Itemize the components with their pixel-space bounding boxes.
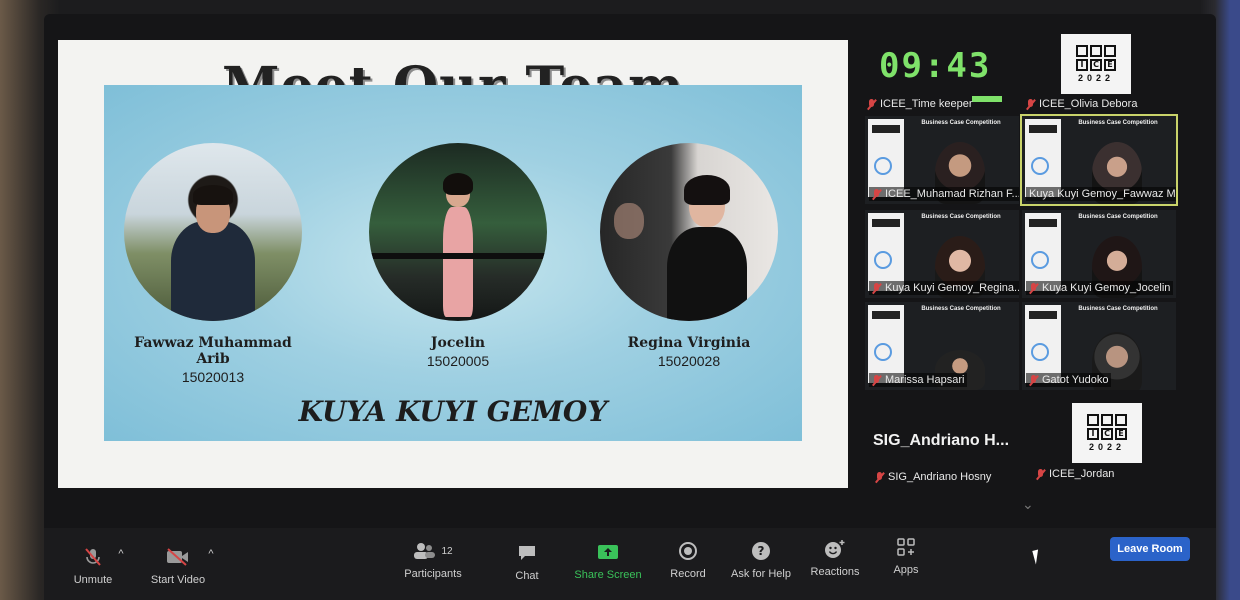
record-icon [666,540,710,562]
mic-off-icon [872,282,881,294]
poster-thumbnail [868,305,904,383]
member-name: Fawwaz Muhammad Arib [134,335,292,367]
chat-button[interactable]: Chat [508,542,546,582]
share-screen-icon [572,541,644,563]
member-id: 15020013 [181,369,245,385]
timer-bar [972,96,1002,102]
poster-thumbnail [1025,305,1061,383]
video-tile[interactable]: Business Case Competition Kuya Kuyi Gemo… [1022,210,1176,298]
participant-name-tag: ICEE_Jordan [1036,468,1114,480]
member-photo [600,143,778,321]
participant-name-tag: ICEE_Time keeper [867,98,973,110]
participant-name-tag: Gatot Yudoko [1026,373,1112,387]
poster-thumbnail [1025,119,1061,197]
start-video-button[interactable]: Start Video [145,546,211,586]
participant-name-tag: ICEE_Olivia Debora [1026,98,1137,110]
ask-for-help-button[interactable]: ? Ask for Help [728,540,794,580]
apps-icon [886,536,926,558]
member-card-1: Fawwaz Muhammad Arib 15020013 [118,143,308,385]
member-card-3: Regina Virginia 15020028 [594,143,784,369]
member-photo [369,143,547,321]
smiley-icon [808,538,862,560]
member-id: 15020005 [426,353,490,369]
participants-button[interactable]: 12 Participants [398,540,468,580]
mic-off-icon [1026,98,1035,110]
participant-name-tag: Kuya Kuyi Gemoy_Jocelin [1026,281,1174,295]
member-name: Regina Virginia [627,335,751,351]
participant-name-tag: SIG_Andriano Hosny [875,471,991,483]
help-icon: ? [728,540,794,562]
camera-off-icon [145,546,211,568]
participant-name-tag: ICEE_Muhamad Rizhan F... [869,187,1019,201]
leave-room-button[interactable]: Leave Room [1110,537,1190,561]
mic-off-icon [872,374,881,386]
team-panel: Fawwaz Muhammad Arib 15020013 Jocelin 15… [104,85,802,441]
video-tile[interactable]: Business Case Competition ICEE_Muhamad R… [865,116,1019,204]
mic-off-icon [1029,282,1038,294]
video-options-chevron-icon[interactable]: ^ [206,548,216,560]
chevron-down-icon[interactable]: ⌄ [1022,496,1034,513]
unmute-button[interactable]: Unmute [66,546,120,586]
member-name: Jocelin [430,335,486,351]
video-tile[interactable]: Business Case Competition Marissa Hapsar… [865,302,1019,390]
shared-slide: Meet Our Team Fawwaz Muhammad Arib 15020… [58,40,848,488]
participant-big-name: SIG_Andriano H... [873,432,1010,449]
svg-text:?: ? [758,544,765,558]
participants-count: 12 [441,545,453,557]
video-tile[interactable]: Business Case Competition Kuya Kuyi Gemo… [865,210,1019,298]
mic-off-icon [867,98,876,110]
audio-options-chevron-icon[interactable]: ^ [116,548,126,560]
participants-icon: 12 [398,540,468,562]
mic-off-icon [1036,468,1045,480]
chat-icon [508,542,546,564]
mic-off-icon [875,471,884,483]
member-id: 15020028 [657,353,721,369]
icee-logo: ICE 2022 [1072,403,1142,463]
apps-button[interactable]: Apps [886,536,926,576]
participant-name-tag: Marissa Hapsari [869,373,968,387]
record-button[interactable]: Record [666,540,710,580]
member-card-2: Jocelin 15020005 [363,143,553,369]
member-photo [124,143,302,321]
countdown-timer: 09:43 [879,46,992,86]
mic-muted-icon [66,546,120,568]
participant-name-tag: Kuya Kuyi Gemoy_Fawwaz M... [1026,187,1176,201]
icee-logo: ICE 2022 [1061,34,1131,94]
video-tile-active-speaker[interactable]: Business Case Competition Kuya Kuyi Gemo… [1020,114,1178,206]
poster-thumbnail [1025,213,1061,291]
mic-off-icon [872,188,881,200]
participant-name-tag: Kuya Kuyi Gemoy_Regina... [869,281,1019,295]
poster-thumbnail [868,119,904,197]
reactions-button[interactable]: Reactions [808,538,862,578]
team-name: KUYA KUYI GEMOY [298,395,608,428]
share-screen-button[interactable]: Share Screen [572,541,644,581]
poster-thumbnail [868,213,904,291]
mic-off-icon [1029,374,1038,386]
video-tile[interactable]: Business Case Competition Gatot Yudoko [1022,302,1176,390]
